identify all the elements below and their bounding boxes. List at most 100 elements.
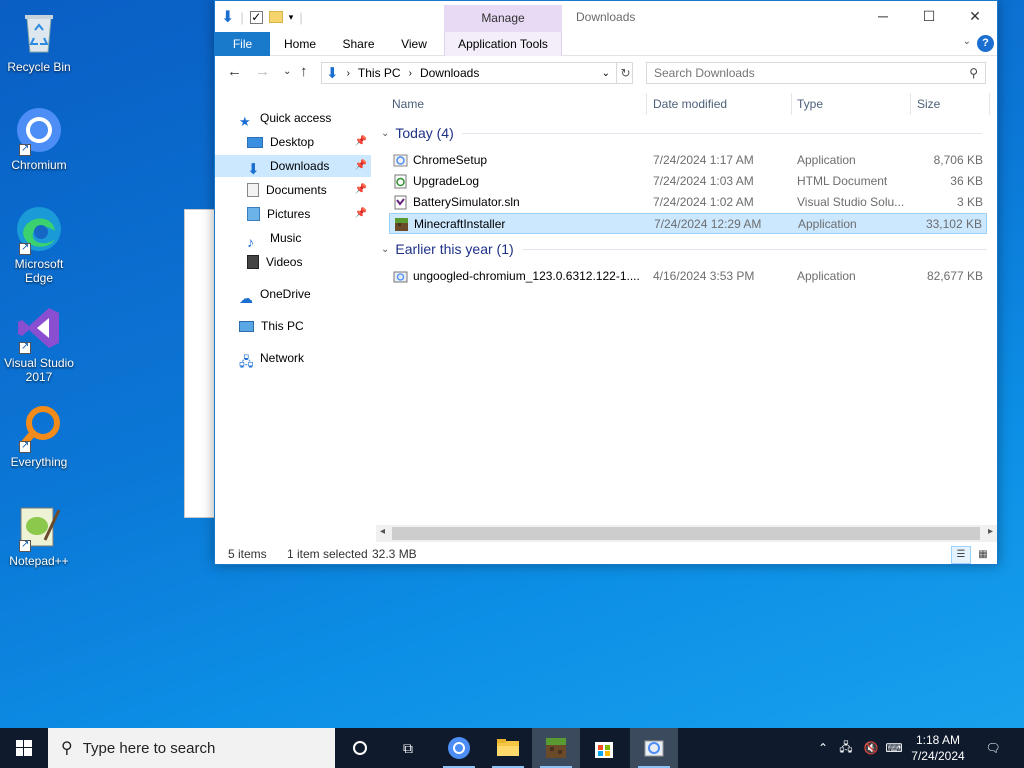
breadcrumb-separator-icon: › [346, 67, 350, 79]
nav-item-downloads[interactable]: ⬇ Downloads 📌 [215, 155, 371, 178]
cortana-circle-icon [353, 741, 367, 755]
group-header-today[interactable]: ⌄ Today (4) [381, 125, 982, 141]
new-folder-icon[interactable] [268, 11, 283, 23]
column-header-date[interactable]: Date modified [653, 93, 727, 115]
action-center-icon[interactable]: 🗨 [978, 728, 1008, 768]
file-size: 36 KB [950, 174, 983, 188]
back-arrow-icon[interactable]: ← [227, 63, 242, 80]
visual-studio-icon [15, 304, 63, 354]
column-divider[interactable] [910, 93, 911, 115]
windows-logo-icon [16, 740, 32, 756]
tab-share[interactable]: Share [336, 32, 381, 56]
file-size: 3 KB [956, 195, 983, 209]
scroll-left-arrow-icon[interactable]: ◂ [380, 526, 385, 537]
group-header-earlier-this-year[interactable]: ⌄ Earlier this year (1) [381, 241, 987, 257]
column-divider[interactable] [646, 93, 647, 115]
forward-arrow-icon[interactable]: → [255, 63, 270, 80]
file-row-selected[interactable]: MinecraftInstaller 7/24/2024 12:29 AM Ap… [389, 213, 987, 234]
file-explorer-window[interactable]: ⬇ | ✓ ▾ | Manage Downloads ─ ☐ ✕ File Ho… [214, 0, 998, 565]
file-row[interactable]: ChromeSetup 7/24/2024 1:17 AM Applicatio… [389, 150, 987, 171]
address-field[interactable]: ⬇ › This PC › Downloads ⌄ [321, 62, 633, 84]
taskbar-search-box[interactable]: ⚲ Type here to search [48, 728, 335, 768]
refresh-icon[interactable]: ↻ [616, 62, 634, 84]
file-size: 82,677 KB [926, 269, 983, 283]
details-view-icon[interactable]: ☰ [951, 546, 971, 564]
shortcut-arrow-icon [19, 538, 31, 552]
address-bar-row: ← → ⌄ ↑ ⬇ › This PC › Downloads ⌄ ↻ ⚲ [215, 57, 997, 89]
tab-application-tools[interactable]: Application Tools [444, 32, 562, 56]
pin-icon[interactable]: 📌 [355, 131, 367, 153]
file-date: 7/24/2024 1:02 AM [653, 195, 754, 209]
desktop-icon-edge[interactable]: Microsoft Edge [0, 205, 78, 285]
desktop-icon-everything[interactable]: Everything [0, 403, 78, 469]
file-row[interactable]: BatterySimulator.sln 7/24/2024 1:02 AM V… [389, 192, 987, 213]
taskbar-clock[interactable]: 1:18 AM 7/24/2024 [896, 732, 980, 764]
pin-icon[interactable]: 📌 [355, 155, 367, 177]
maximize-button[interactable]: ☐ [906, 1, 952, 31]
nav-item-network[interactable]: 🖧 Network [239, 347, 373, 369]
minimize-button[interactable]: ─ [860, 1, 906, 31]
show-hidden-icons-button[interactable]: ⌃ [814, 728, 832, 768]
breadcrumb-this-pc[interactable]: This PC [358, 66, 401, 80]
taskbar-chromium[interactable] [435, 728, 483, 768]
group-divider [521, 248, 987, 250]
expand-ribbon-chevron-icon[interactable]: ⌄ [963, 36, 971, 47]
tab-file[interactable]: File [215, 32, 270, 56]
taskbar-microsoft-store[interactable] [580, 728, 628, 768]
nav-item-videos[interactable]: Videos [215, 251, 371, 273]
taskbar: ⚲ Type here to search ⧉ ⌃ 🖧 🔇 ⌨ 1:18 AM … [0, 728, 1024, 768]
nav-item-onedrive[interactable]: ☁ OneDrive [239, 283, 373, 306]
nav-item-quick-access[interactable]: ★ Quick access [239, 107, 373, 129]
file-type: Application [797, 153, 856, 167]
search-input[interactable] [647, 63, 947, 83]
cortana-button[interactable] [336, 728, 384, 768]
column-divider[interactable] [989, 93, 990, 115]
column-header-name[interactable]: Name [392, 93, 424, 115]
taskbar-search-placeholder: Type here to search [82, 739, 216, 757]
scrollbar-thumb[interactable] [392, 527, 980, 540]
network-status-icon[interactable]: 🖧 [836, 728, 856, 768]
tab-view[interactable]: View [394, 32, 434, 56]
close-button[interactable]: ✕ [952, 1, 998, 31]
nav-item-pictures[interactable]: Pictures 📌 [215, 203, 371, 225]
recent-locations-chevron-icon[interactable]: ⌄ [283, 66, 291, 77]
start-button[interactable] [0, 728, 48, 768]
breadcrumb-downloads[interactable]: Downloads [420, 66, 479, 80]
taskbar-installer-app[interactable] [630, 728, 678, 768]
horizontal-scrollbar[interactable]: ◂ ▸ [376, 525, 997, 542]
task-view-button[interactable]: ⧉ [384, 728, 432, 768]
customize-qat-icon[interactable]: ▾ [289, 12, 294, 23]
title-bar[interactable]: ⬇ | ✓ ▾ | Manage Downloads ─ ☐ ✕ [215, 1, 997, 32]
desktop-icon-notepadpp[interactable]: Notepad++ [0, 502, 78, 568]
column-header-type[interactable]: Type [797, 93, 823, 115]
file-row[interactable]: ungoogled-chromium_123.0.6312.122-1.... … [389, 266, 987, 287]
column-divider[interactable] [791, 93, 792, 115]
taskbar-file-explorer[interactable] [484, 728, 532, 768]
properties-icon[interactable]: ✓ [249, 10, 263, 24]
pin-icon[interactable]: 📌 [355, 203, 367, 225]
taskbar-minecraft-installer[interactable] [532, 728, 580, 768]
column-header-size[interactable]: Size [917, 93, 940, 115]
pin-icon[interactable]: 📌 [355, 179, 367, 201]
nav-item-this-pc[interactable]: This PC [239, 315, 373, 337]
nav-item-documents[interactable]: Documents 📌 [215, 179, 371, 201]
help-icon[interactable]: ? [977, 35, 994, 52]
desktop-icon-visual-studio[interactable]: Visual Studio 2017 [0, 304, 78, 384]
file-row[interactable]: UpgradeLog 7/24/2024 1:03 AM HTML Docume… [389, 171, 987, 192]
desktop-icon-chromium[interactable]: Chromium [0, 106, 78, 172]
search-box[interactable]: ⚲ [646, 62, 986, 84]
group-divider [461, 132, 982, 134]
up-arrow-icon[interactable]: ↑ [300, 63, 308, 80]
task-view-icon: ⧉ [403, 739, 413, 756]
nav-item-desktop[interactable]: Desktop 📌 [215, 131, 371, 153]
nav-label: Pictures [267, 207, 311, 221]
nav-item-music[interactable]: ♪ Music [215, 227, 371, 250]
notepadpp-icon [15, 502, 63, 552]
address-dropdown-icon[interactable]: ⌄ [602, 68, 610, 79]
scroll-right-arrow-icon[interactable]: ▸ [988, 526, 993, 537]
tab-home[interactable]: Home [277, 32, 323, 56]
desktop-icon-recycle-bin[interactable]: Recycle Bin [0, 8, 78, 74]
large-icons-view-icon[interactable]: ▦ [973, 546, 993, 564]
minecraft-icon [394, 217, 409, 232]
volume-muted-icon[interactable]: 🔇 [860, 728, 882, 768]
